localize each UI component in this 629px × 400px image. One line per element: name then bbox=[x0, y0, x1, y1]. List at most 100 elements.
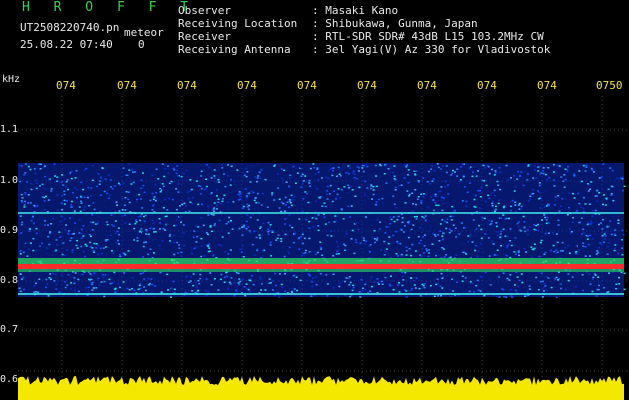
noise-speck bbox=[170, 182, 173, 184]
noise-speck bbox=[332, 169, 334, 172]
noise-speck bbox=[375, 201, 378, 203]
noise-speck bbox=[400, 184, 403, 186]
noise-speck bbox=[324, 205, 327, 208]
noise-speck bbox=[353, 252, 356, 255]
noise-speck bbox=[580, 206, 582, 208]
noise-speck bbox=[67, 230, 70, 232]
noise-speck bbox=[37, 238, 40, 240]
noise-speck bbox=[430, 168, 433, 170]
noise-speck bbox=[195, 180, 198, 182]
noise-speck bbox=[284, 204, 287, 206]
noise-speck bbox=[427, 170, 430, 173]
noise-speck bbox=[162, 207, 165, 209]
noise-speck bbox=[166, 273, 169, 276]
noise-speck bbox=[603, 287, 606, 289]
noise-speck bbox=[47, 295, 50, 297]
noise-speck bbox=[249, 181, 252, 183]
noise-speck bbox=[227, 253, 230, 255]
noise-speck bbox=[601, 228, 604, 230]
noise-speck bbox=[423, 234, 426, 236]
noise-speck bbox=[253, 288, 256, 290]
noise-speck bbox=[520, 176, 523, 178]
noise-speck bbox=[241, 278, 244, 281]
noise-speck bbox=[24, 192, 27, 194]
noise-speck bbox=[532, 177, 535, 179]
noise-speck bbox=[90, 183, 93, 185]
noise-speck bbox=[446, 184, 449, 186]
noise-speck bbox=[94, 223, 97, 225]
noise-speck bbox=[422, 236, 425, 238]
noise-speck bbox=[139, 252, 142, 254]
noise-speck bbox=[389, 165, 392, 168]
noise-speck bbox=[80, 237, 83, 239]
noise-speck bbox=[374, 164, 377, 167]
noise-speck bbox=[302, 235, 305, 237]
noise-speck bbox=[289, 174, 292, 177]
noise-speck bbox=[63, 203, 66, 205]
noise-speck bbox=[578, 249, 581, 251]
noise-speck bbox=[99, 247, 102, 250]
noise-speck bbox=[70, 289, 73, 291]
noise-speck bbox=[593, 171, 595, 173]
noise-speck bbox=[119, 255, 122, 258]
noise-speck bbox=[314, 253, 317, 256]
noise-speck bbox=[344, 231, 347, 233]
noise-speck bbox=[139, 219, 142, 222]
noise-speck bbox=[578, 202, 581, 205]
noise-speck bbox=[97, 173, 100, 175]
noise-speck bbox=[402, 279, 405, 281]
noise-speck bbox=[621, 247, 624, 249]
noise-speck bbox=[535, 224, 538, 227]
noise-speck bbox=[192, 236, 195, 239]
noise-speck bbox=[299, 279, 302, 282]
noise-speck bbox=[71, 249, 74, 251]
noise-speck bbox=[32, 249, 35, 252]
noise-speck bbox=[423, 283, 426, 285]
noise-speck bbox=[517, 250, 520, 252]
noise-speck bbox=[358, 283, 361, 285]
noise-speck bbox=[275, 284, 277, 287]
noise-speck bbox=[435, 204, 438, 206]
noise-speck bbox=[140, 179, 143, 181]
noise-speck bbox=[528, 288, 531, 290]
noise-speck bbox=[227, 175, 230, 177]
spectrogram bbox=[18, 96, 629, 400]
noise-speck bbox=[440, 186, 443, 188]
noise-speck bbox=[35, 201, 38, 204]
noise-speck bbox=[429, 274, 432, 276]
noise-speck bbox=[331, 174, 334, 177]
noise-speck bbox=[203, 188, 206, 191]
noise-speck bbox=[49, 231, 52, 233]
noise-speck bbox=[143, 278, 146, 280]
noise-speck bbox=[160, 291, 163, 293]
noise-speck bbox=[147, 277, 150, 280]
noise-speck bbox=[27, 194, 30, 196]
noise-speck bbox=[96, 185, 98, 188]
noise-speck bbox=[93, 208, 96, 211]
noise-speck bbox=[143, 220, 146, 222]
noise-speck bbox=[420, 242, 423, 245]
noise-speck bbox=[351, 289, 354, 292]
noise-speck bbox=[114, 232, 117, 234]
noise-speck bbox=[361, 288, 364, 291]
noise-speck bbox=[32, 215, 34, 218]
noise-speck bbox=[567, 244, 570, 247]
noise-speck bbox=[69, 217, 72, 219]
noise-speck bbox=[510, 205, 512, 208]
noise-speck bbox=[100, 176, 102, 179]
noise-speck bbox=[366, 188, 368, 191]
noise-speck bbox=[364, 192, 367, 194]
noise-speck bbox=[604, 204, 607, 206]
noise-speck bbox=[373, 230, 376, 232]
noise-speck bbox=[449, 277, 452, 280]
noise-speck bbox=[35, 250, 38, 252]
noise-speck bbox=[554, 196, 557, 198]
noise-speck bbox=[296, 172, 299, 174]
noise-speck bbox=[421, 187, 424, 190]
noise-speck bbox=[335, 219, 338, 222]
noise-speck bbox=[452, 210, 455, 213]
noise-speck bbox=[436, 163, 439, 165]
noise-speck bbox=[547, 277, 550, 279]
noise-speck bbox=[263, 201, 266, 204]
noise-speck bbox=[610, 185, 613, 187]
